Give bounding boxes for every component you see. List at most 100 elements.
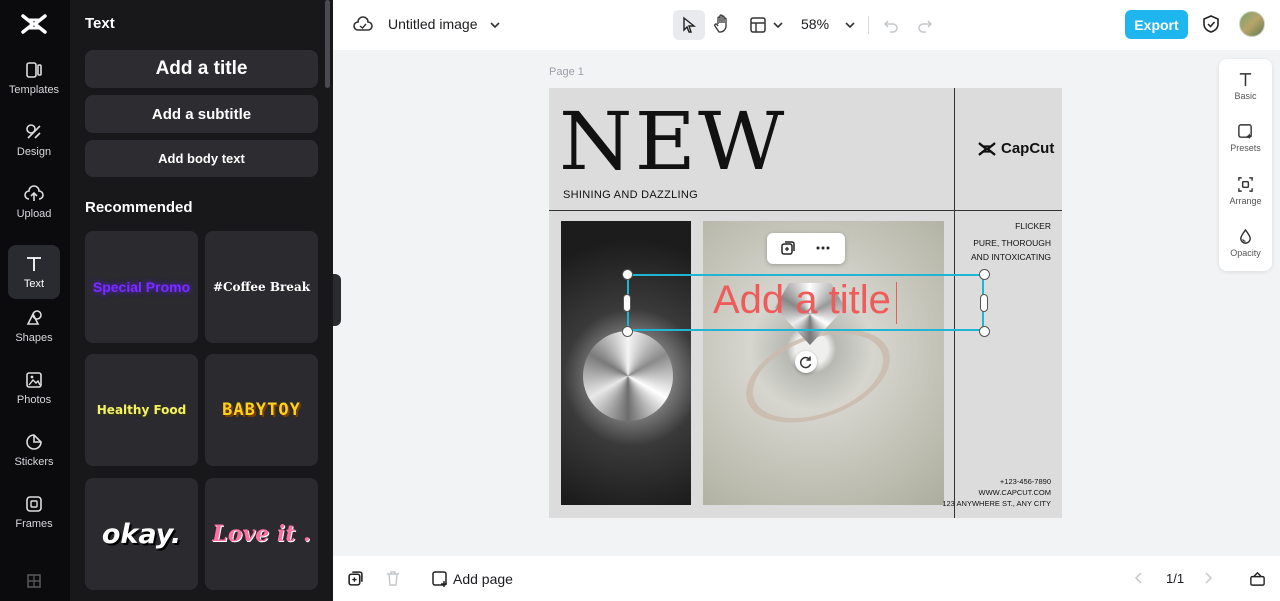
brand-logo[interactable]: CapCut: [977, 140, 1054, 157]
resize-handle-left[interactable]: [623, 294, 631, 312]
layers-panel-icon[interactable]: [1249, 570, 1266, 592]
diamond-shape: [583, 331, 673, 421]
rail-item-stickers[interactable]: Stickers: [8, 423, 60, 477]
duplicate-page-icon[interactable]: [347, 570, 364, 592]
rail-item-templates[interactable]: Templates: [8, 51, 60, 105]
rail-item-photos[interactable]: Photos: [8, 361, 60, 415]
contact-address: 123 ANYWHERE ST., ANY CITY: [942, 499, 1051, 508]
rail-item-more[interactable]: [8, 556, 60, 601]
text-preset-card[interactable]: BABYTOY: [205, 354, 318, 466]
cloud-sync-icon[interactable]: [353, 15, 373, 35]
top-bar: Untitled image 58% Export: [333, 0, 1280, 50]
shield-check-icon[interactable]: [1201, 14, 1221, 34]
text-preset-label: Healthy Food: [96, 403, 187, 417]
rail-item-text[interactable]: Text: [8, 245, 60, 299]
text-preset-label: okay.: [101, 518, 182, 550]
rail-label-photos: Photos: [16, 394, 52, 406]
delete-page-icon[interactable]: [385, 570, 401, 592]
text-preset-label: #Coffee Break: [212, 280, 311, 294]
tool-basic[interactable]: Basic: [1219, 71, 1272, 101]
text-panel: Text Add a title Add a subtitle Add body…: [70, 0, 333, 601]
more-options-icon[interactable]: [815, 240, 831, 261]
property-toolbar: Basic Presets Arrange Opacity: [1219, 59, 1272, 271]
upload-cloud-icon: [24, 185, 44, 201]
text-preset-card[interactable]: Special Promo: [85, 231, 198, 343]
panel-collapse-handle[interactable]: [333, 274, 341, 326]
side-text-flicker[interactable]: FLICKER: [1015, 219, 1051, 233]
previous-page-icon[interactable]: [1133, 571, 1145, 590]
resize-handle-top-left[interactable]: [622, 269, 633, 280]
headline-text[interactable]: NEW: [559, 102, 786, 182]
rail-item-upload[interactable]: Upload: [8, 175, 60, 229]
bottom-bar: Add page 1/1: [333, 556, 1280, 601]
diamonds-photo[interactable]: [561, 221, 691, 505]
rail-label-frames: Frames: [15, 518, 53, 530]
chevron-down-icon[interactable]: [485, 15, 505, 35]
text-preset-card[interactable]: #Coffee Break: [205, 231, 318, 343]
duplicate-icon[interactable]: [780, 240, 796, 261]
add-body-text-button[interactable]: Add body text: [85, 140, 318, 177]
chevron-down-icon[interactable]: [768, 15, 788, 35]
rotate-handle-icon[interactable]: [795, 351, 817, 373]
add-page-icon[interactable]: [431, 570, 449, 593]
capcut-logo-icon[interactable]: [20, 12, 48, 36]
recommended-heading: Recommended: [85, 199, 193, 216]
capcut-logo-icon: [978, 142, 996, 155]
rail-item-shapes[interactable]: Shapes: [8, 299, 60, 353]
text-preset-label: Special Promo: [92, 279, 191, 295]
tool-opacity[interactable]: Opacity: [1219, 228, 1272, 258]
toolbar-divider: [868, 16, 869, 34]
undo-icon[interactable]: [881, 15, 901, 35]
rail-item-frames[interactable]: Frames: [8, 485, 60, 539]
tool-arrange[interactable]: Arrange: [1219, 176, 1272, 206]
photos-icon: [26, 372, 42, 388]
subline-text[interactable]: SHINING AND DAZZLING: [563, 189, 698, 201]
rail-label-stickers: Stickers: [14, 456, 54, 468]
tool-label: Basic: [1234, 91, 1257, 101]
layout-icon[interactable]: [748, 15, 768, 35]
text-icon: [1239, 73, 1252, 87]
rail-item-design[interactable]: Design: [8, 113, 60, 167]
tool-label: Presets: [1230, 143, 1261, 153]
avatar[interactable]: [1239, 11, 1265, 37]
tool-label: Opacity: [1230, 248, 1261, 258]
side-text-tagline[interactable]: PURE, THOROUGH AND INTOXICATING: [971, 236, 1051, 264]
tool-label: Arrange: [1229, 196, 1262, 206]
hand-pan-icon[interactable]: [712, 14, 732, 34]
rail-label-templates: Templates: [8, 84, 60, 96]
resize-handle-bottom-right[interactable]: [979, 326, 990, 337]
resize-handle-bottom-left[interactable]: [622, 326, 633, 337]
panel-title: Text: [85, 15, 115, 32]
side-text-line: PURE, THOROUGH: [973, 238, 1051, 248]
text-preset-card[interactable]: Love it .: [205, 478, 318, 590]
rail-label-text: Text: [23, 278, 45, 290]
add-title-button[interactable]: Add a title: [85, 50, 318, 88]
opacity-drop-icon: [1240, 228, 1251, 244]
add-subtitle-button[interactable]: Add a subtitle: [85, 95, 318, 133]
chevron-down-icon[interactable]: [840, 15, 860, 35]
add-page-button[interactable]: Add page: [453, 571, 513, 587]
selection-box[interactable]: [627, 274, 984, 331]
presets-icon: [1238, 124, 1253, 140]
resize-handle-right[interactable]: [980, 294, 988, 312]
rail-label-upload: Upload: [16, 208, 52, 220]
zoom-level[interactable]: 58%: [801, 16, 829, 32]
text-preset-label: Love it .: [212, 521, 311, 547]
brand-name: CapCut: [1001, 140, 1055, 157]
templates-icon: [26, 62, 42, 78]
page-counter: 1/1: [1166, 571, 1185, 586]
shapes-icon: [26, 310, 42, 325]
rail-label-design: Design: [16, 146, 52, 158]
resize-handle-top-right[interactable]: [979, 269, 990, 280]
arrange-icon: [1238, 177, 1253, 192]
tool-presets[interactable]: Presets: [1219, 123, 1272, 153]
text-preset-card[interactable]: okay.: [85, 478, 198, 590]
next-page-icon[interactable]: [1202, 571, 1214, 590]
redo-icon[interactable]: [915, 15, 935, 35]
text-preset-card[interactable]: Healthy Food: [85, 354, 198, 466]
document-title[interactable]: Untitled image: [388, 16, 478, 32]
panel-scrollbar[interactable]: [325, 0, 330, 88]
design-icon: [26, 124, 41, 139]
contact-block[interactable]: +123-456-7890 WWW.CAPCUT.COM 123 ANYWHER…: [942, 476, 1051, 509]
export-button[interactable]: Export: [1125, 10, 1188, 39]
